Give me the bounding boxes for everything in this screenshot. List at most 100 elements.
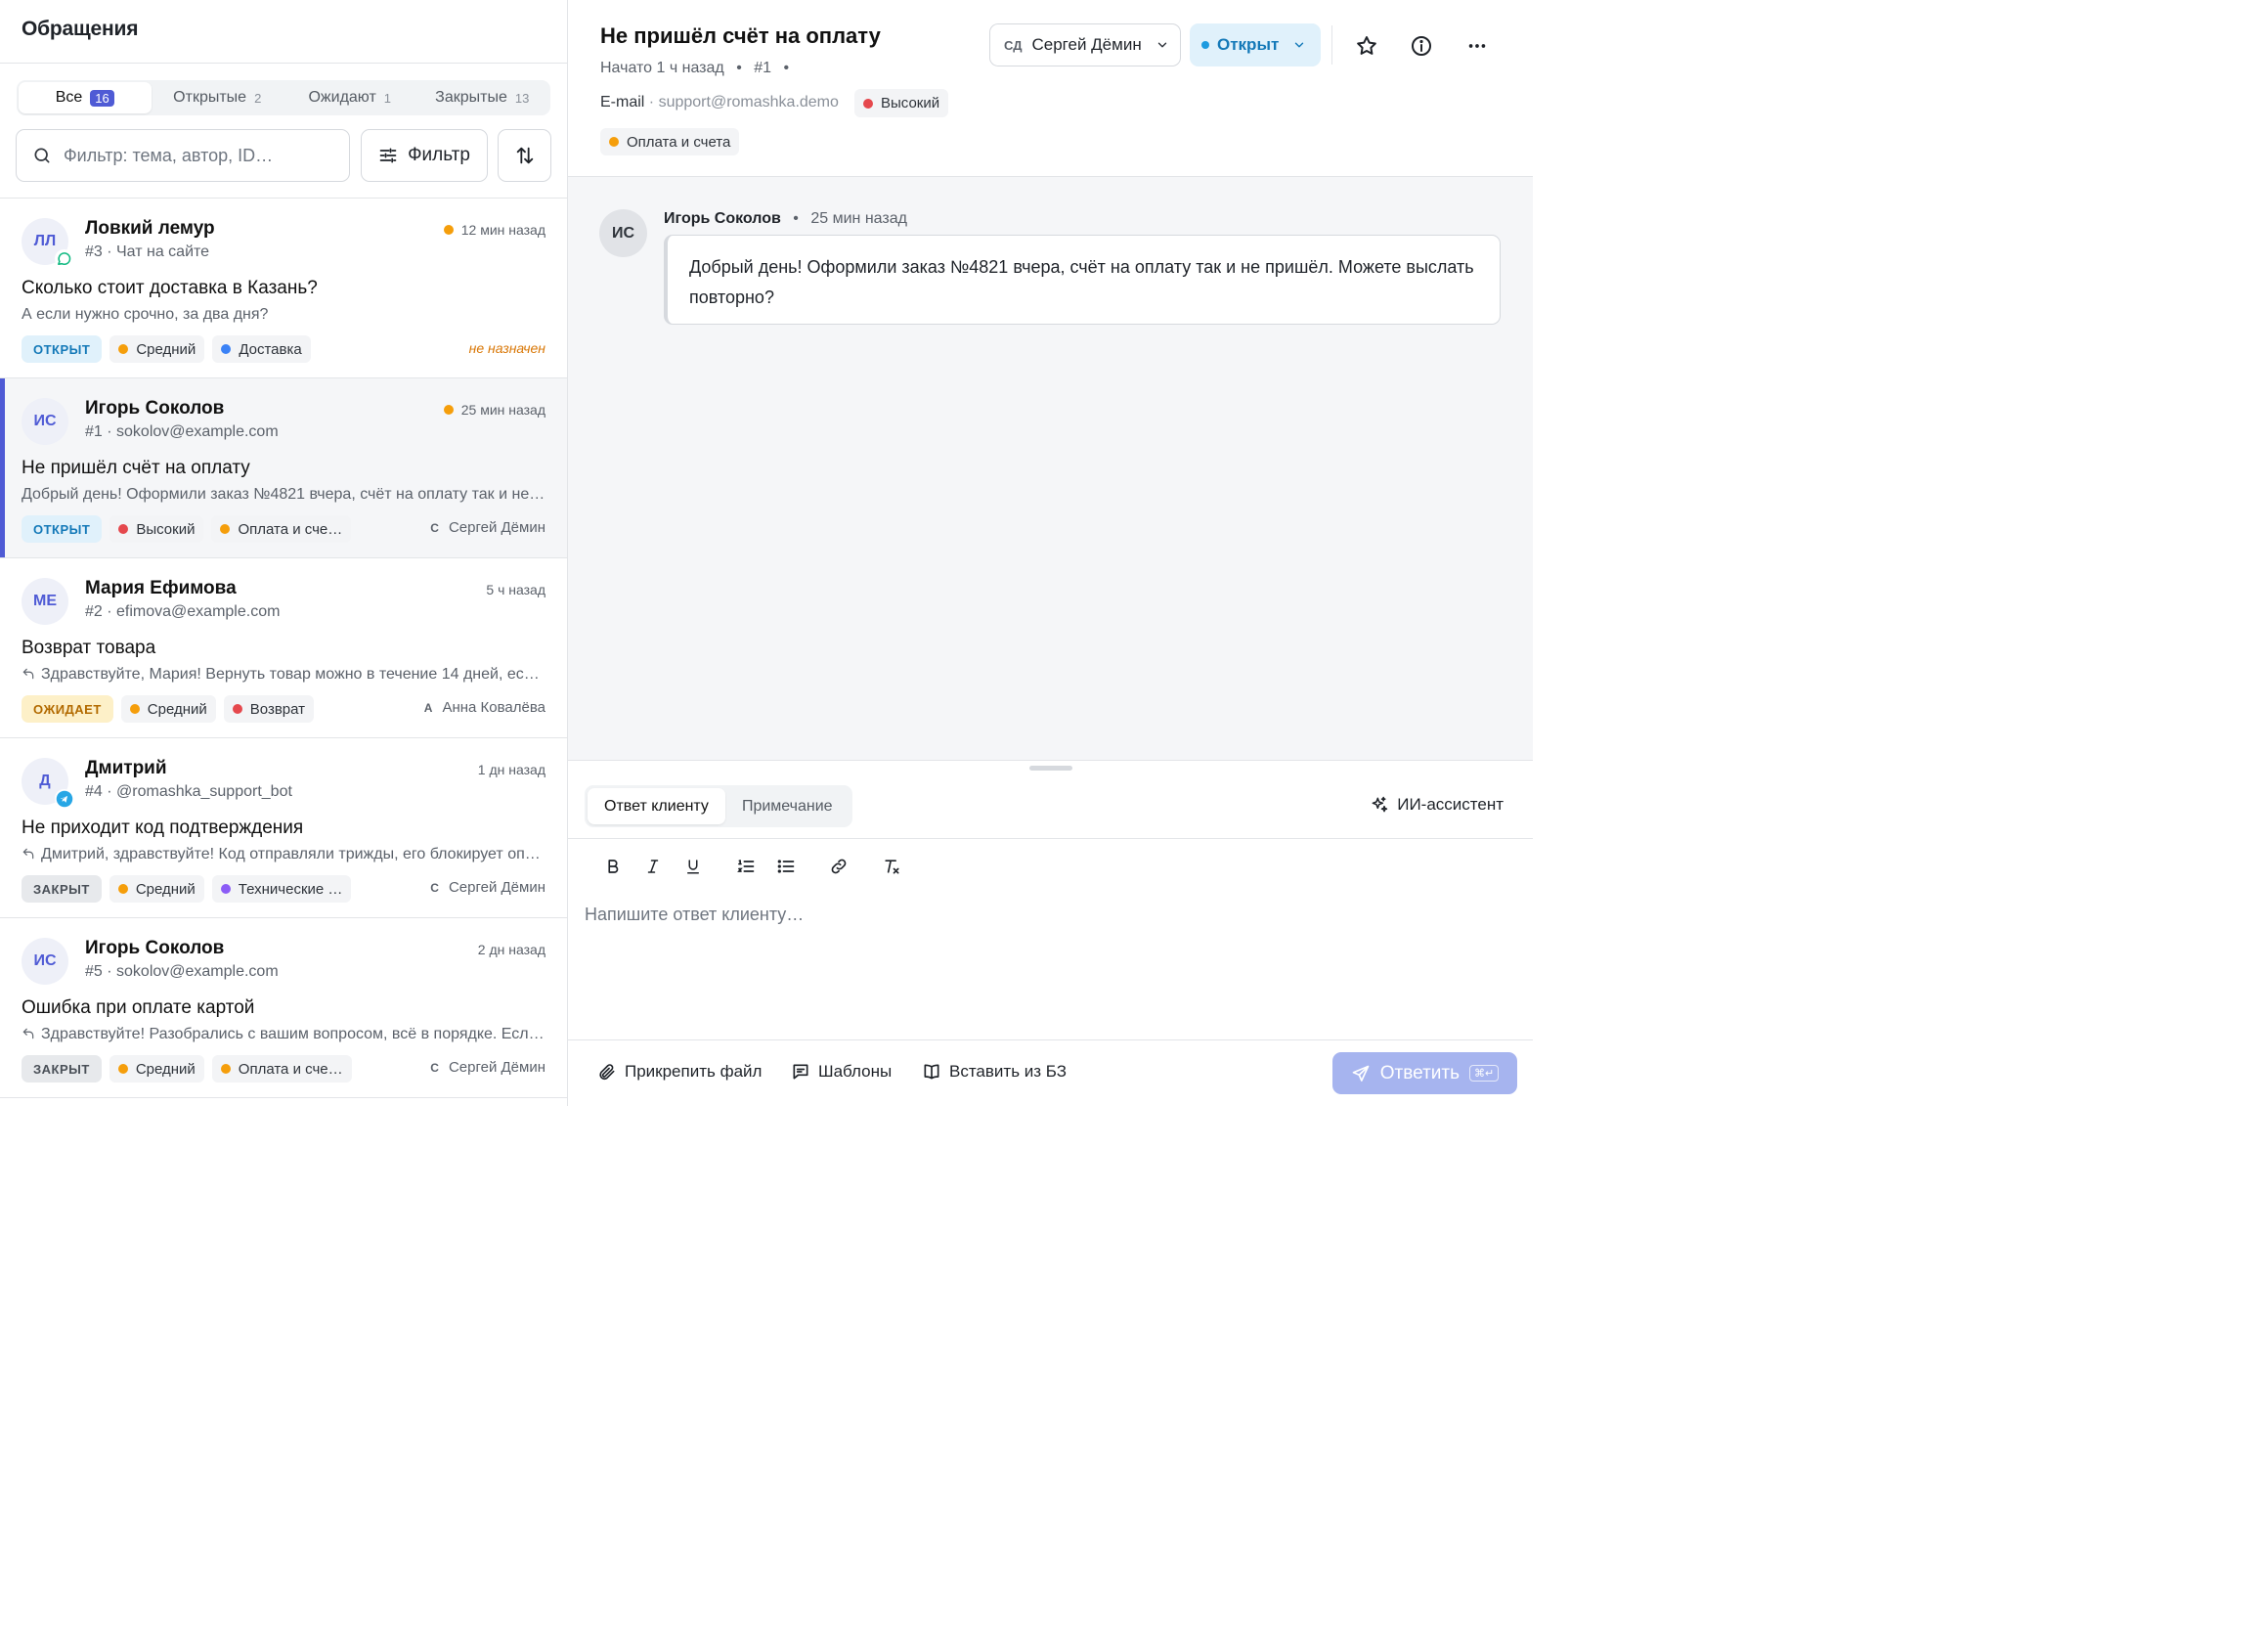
- ticket-id: #1: [754, 60, 772, 76]
- assignee: А Анна Ковалёва: [424, 699, 545, 716]
- underline-icon: [684, 858, 702, 875]
- ticket-list-item[interactable]: Д Дмитрий #4 · @romashka_support_bot 1 д…: [0, 738, 567, 918]
- send-reply-button[interactable]: Ответить ⌘↵: [1332, 1052, 1517, 1094]
- reply-editor[interactable]: Напишите ответ клиенту…: [585, 905, 804, 925]
- telegram-channel-icon: [55, 789, 73, 808]
- ticket-time: 12 мин назад: [443, 222, 545, 238]
- tab-label: Все: [55, 89, 83, 106]
- underline-button[interactable]: [674, 853, 713, 880]
- ticket-list-item-selected[interactable]: ИС Игорь Соколов #1 · sokolov@example.co…: [0, 378, 567, 558]
- search-input[interactable]: [64, 145, 327, 166]
- ticket-meta: #1 · sokolov@example.com: [85, 423, 279, 440]
- customer-name: Ловкий лемур: [85, 218, 215, 239]
- sort-button[interactable]: [498, 129, 551, 182]
- tab-open[interactable]: Открытые 2: [152, 82, 284, 113]
- tab-waiting[interactable]: Ожидают 1: [284, 82, 416, 113]
- link-button[interactable]: [819, 853, 858, 880]
- ticket-time: 25 мин назад: [443, 402, 545, 418]
- ticket-subject: Сколько стоит доставка в Казань?: [22, 278, 318, 298]
- assignee-select[interactable]: СД Сергей Дёмин: [989, 23, 1181, 66]
- tab-count: 2: [254, 90, 262, 106]
- ticket-subject: Не приходит код подтверждения: [22, 818, 304, 838]
- ticket-subline: Начато 1 ч назад • #1 •: [600, 60, 790, 76]
- ticket-title: Не пришёл счёт на оплату: [600, 23, 881, 48]
- sparkles-icon: [1370, 795, 1389, 815]
- search-icon: [32, 146, 52, 165]
- ticket-channel: E-mail · support@romashka.demo: [600, 94, 839, 110]
- category-tag[interactable]: Оплата и счета: [600, 128, 740, 155]
- star-button[interactable]: [1350, 29, 1383, 63]
- status-select[interactable]: Открыт: [1190, 23, 1321, 66]
- message-time: 25 мин назад: [810, 210, 907, 227]
- info-button[interactable]: [1405, 29, 1438, 63]
- filter-label: Фильтр: [408, 145, 470, 165]
- italic-button[interactable]: [633, 853, 673, 880]
- ticket-meta: #3 · Чат на сайте: [85, 243, 210, 260]
- insert-kb-button[interactable]: Вставить из БЗ: [922, 1062, 1067, 1082]
- chevron-down-icon: [1292, 38, 1306, 52]
- filter-button[interactable]: Фильтр: [361, 129, 488, 182]
- bold-button[interactable]: [593, 853, 632, 880]
- ticket-tags: ЗАКРЫТ Средний Оплата и сче…: [22, 1055, 352, 1083]
- status-badge: ЗАКРЫТ: [22, 875, 102, 903]
- channel-email: support@romashka.demo: [658, 94, 839, 110]
- category-tag: Оплата и сче…: [211, 1055, 352, 1083]
- clear-format-icon: [882, 857, 901, 876]
- divider: [1331, 25, 1332, 65]
- tab-count: 1: [383, 90, 392, 106]
- ticket-list-item[interactable]: ЛЛ Ловкий лемур #3 · Чат на сайте 12 мин…: [0, 199, 567, 378]
- ticket-list-item[interactable]: МЕ Мария Ефимова #2 · efimova@example.co…: [0, 558, 567, 738]
- priority-tag[interactable]: Высокий: [854, 89, 949, 117]
- channel-label: E-mail: [600, 94, 645, 110]
- assignee-name: Сергей Дёмин: [448, 519, 545, 536]
- info-icon: [1410, 34, 1433, 58]
- ticket-preview: Здравствуйте! Разобрались с вашим вопрос…: [22, 1026, 545, 1043]
- tab-closed[interactable]: Закрытые 13: [416, 82, 549, 113]
- unassigned-label: не назначен: [468, 340, 545, 356]
- conversation-area: ИС Игорь Соколов • 25 мин назад Добрый д…: [568, 177, 1533, 760]
- more-button[interactable]: [1461, 29, 1494, 63]
- composer-tabs: Ответ клиенту Примечание: [585, 785, 852, 827]
- tab-reply[interactable]: Ответ клиенту: [588, 788, 725, 824]
- format-toolbar: [593, 853, 912, 880]
- templates-label: Шаблоны: [818, 1062, 893, 1081]
- page-title: Обращения: [22, 18, 139, 40]
- assignee-initials: СД: [1004, 37, 1023, 53]
- assignee-name: Анна Ковалёва: [442, 699, 545, 716]
- templates-button[interactable]: Шаблоны: [791, 1062, 892, 1082]
- paperclip-icon: [597, 1062, 617, 1082]
- status-label: Открыт: [1217, 35, 1280, 54]
- avatar: ИС: [22, 398, 68, 445]
- bold-icon: [604, 858, 622, 875]
- ticket-time: 5 ч назад: [486, 582, 545, 597]
- send-shortcut: ⌘↵: [1469, 1065, 1500, 1082]
- customer-name: Дмитрий: [85, 758, 167, 778]
- message-author: Игорь Соколов: [664, 210, 781, 227]
- italic-icon: [644, 858, 662, 875]
- priority-tag: Средний: [109, 335, 205, 363]
- numbered-list-button[interactable]: [726, 853, 765, 880]
- resize-handle[interactable]: [1029, 766, 1072, 771]
- ai-assistant-button[interactable]: ИИ-ассистент: [1370, 795, 1504, 815]
- ticket-list-item[interactable]: ИС Игорь Соколов #5 · sokolov@example.co…: [0, 918, 567, 1098]
- ticket-subject: Возврат товара: [22, 638, 156, 658]
- clear-format-button[interactable]: [872, 853, 911, 880]
- link-icon: [829, 857, 849, 876]
- assignee-name: Сергей Дёмин: [448, 1059, 545, 1076]
- bullet-list-button[interactable]: [766, 853, 806, 880]
- customer-name: Игорь Соколов: [85, 398, 225, 419]
- tab-count: 16: [90, 89, 114, 107]
- tab-note[interactable]: Примечание: [725, 788, 850, 824]
- bullet-list-icon: [776, 857, 796, 876]
- ticket-tags: ОЖИДАЕТ Средний Возврат: [22, 695, 315, 723]
- more-icon: [1466, 35, 1488, 57]
- attach-file-button[interactable]: Прикрепить файл: [597, 1062, 762, 1082]
- search-box: [16, 129, 350, 182]
- ticket-meta: #5 · sokolov@example.com: [85, 963, 279, 980]
- category-tag: Оплата и сче…: [211, 515, 352, 543]
- tab-label: Ожидают: [308, 89, 376, 106]
- tab-all[interactable]: Все 16: [19, 82, 152, 113]
- assignee-initial: С: [430, 520, 439, 535]
- ticket-time: 2 дн назад: [478, 942, 545, 957]
- ticket-detail-panel: Не пришёл счёт на оплату Начато 1 ч наза…: [568, 0, 1533, 1106]
